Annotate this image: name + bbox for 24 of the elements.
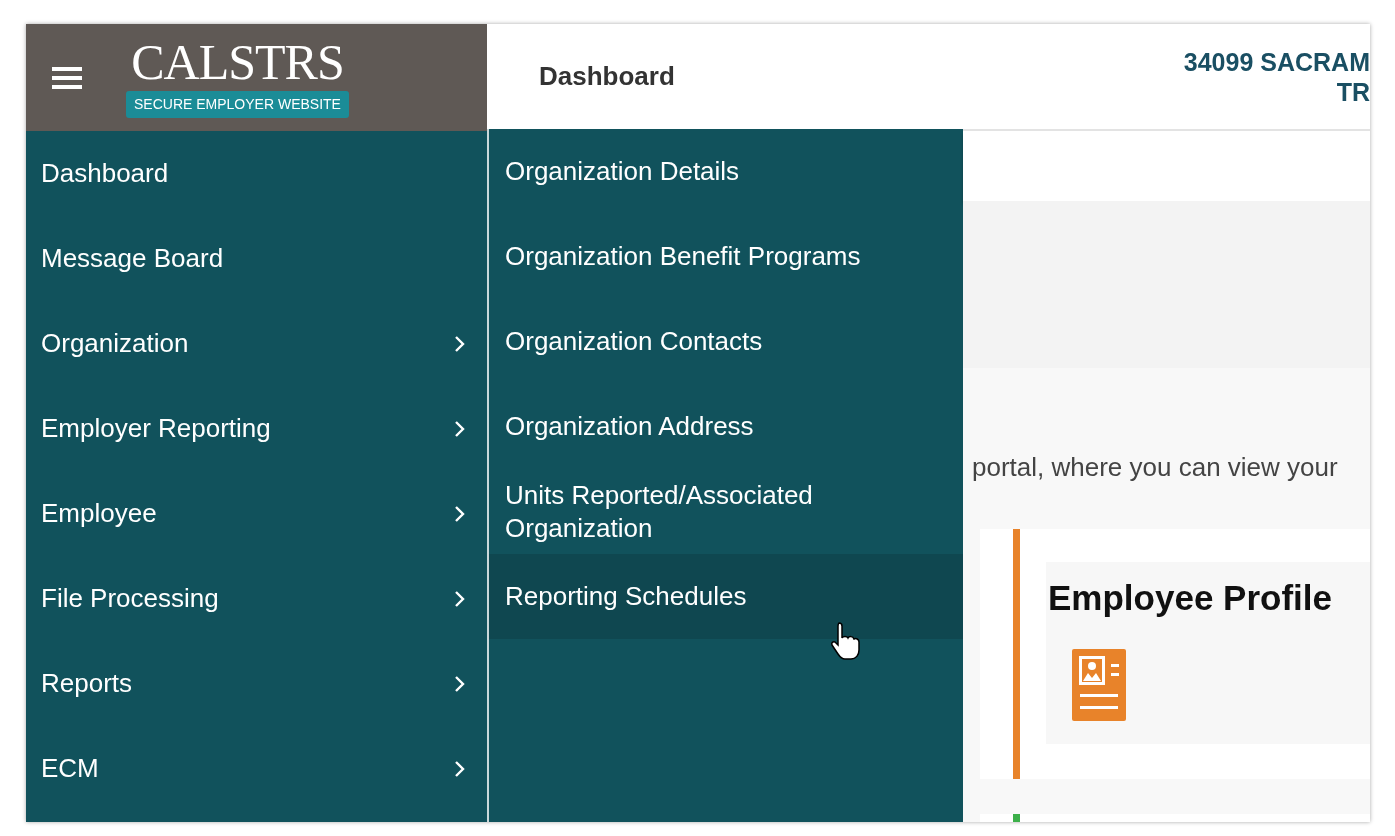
submenu-item[interactable]: Reporting Schedules xyxy=(489,554,963,639)
organization-name: 34099 SACRAM xyxy=(1183,46,1370,77)
logo-text: CALSTRS xyxy=(131,37,344,87)
menu-item[interactable]: Dashboard xyxy=(26,131,487,216)
tile-title: Employee Profile xyxy=(1048,577,1333,619)
submenu-item[interactable]: Organization Details xyxy=(489,129,963,214)
submenu-item[interactable]: Organization Address xyxy=(489,384,963,469)
pointer-cursor-icon xyxy=(830,621,860,661)
organization-name: TR xyxy=(1335,76,1370,107)
submenu-item[interactable]: Units Reported/Associated Organization xyxy=(489,469,963,554)
submenu-item[interactable]: Organization Contacts xyxy=(489,299,963,384)
id-card-icon xyxy=(1072,648,1126,721)
logo-tagline: SECURE EMPLOYER WEBSITE xyxy=(126,91,349,118)
submenu-item[interactable]: Organization Benefit Programs xyxy=(489,214,963,299)
menu-item[interactable]: Organization xyxy=(26,301,487,386)
menu-icon[interactable] xyxy=(52,65,82,90)
menu-item[interactable]: Reports xyxy=(26,641,487,726)
menu-item[interactable]: ECM xyxy=(26,726,487,811)
intro-text: portal, where you can view your xyxy=(971,451,1339,484)
menu-item[interactable]: Employee xyxy=(26,471,487,556)
menu-item[interactable]: File Processing xyxy=(26,556,487,641)
menu-item[interactable]: Employer Reporting xyxy=(26,386,487,471)
menu-item[interactable]: Message Board xyxy=(26,216,487,301)
page-title: Dashboard xyxy=(539,60,675,93)
